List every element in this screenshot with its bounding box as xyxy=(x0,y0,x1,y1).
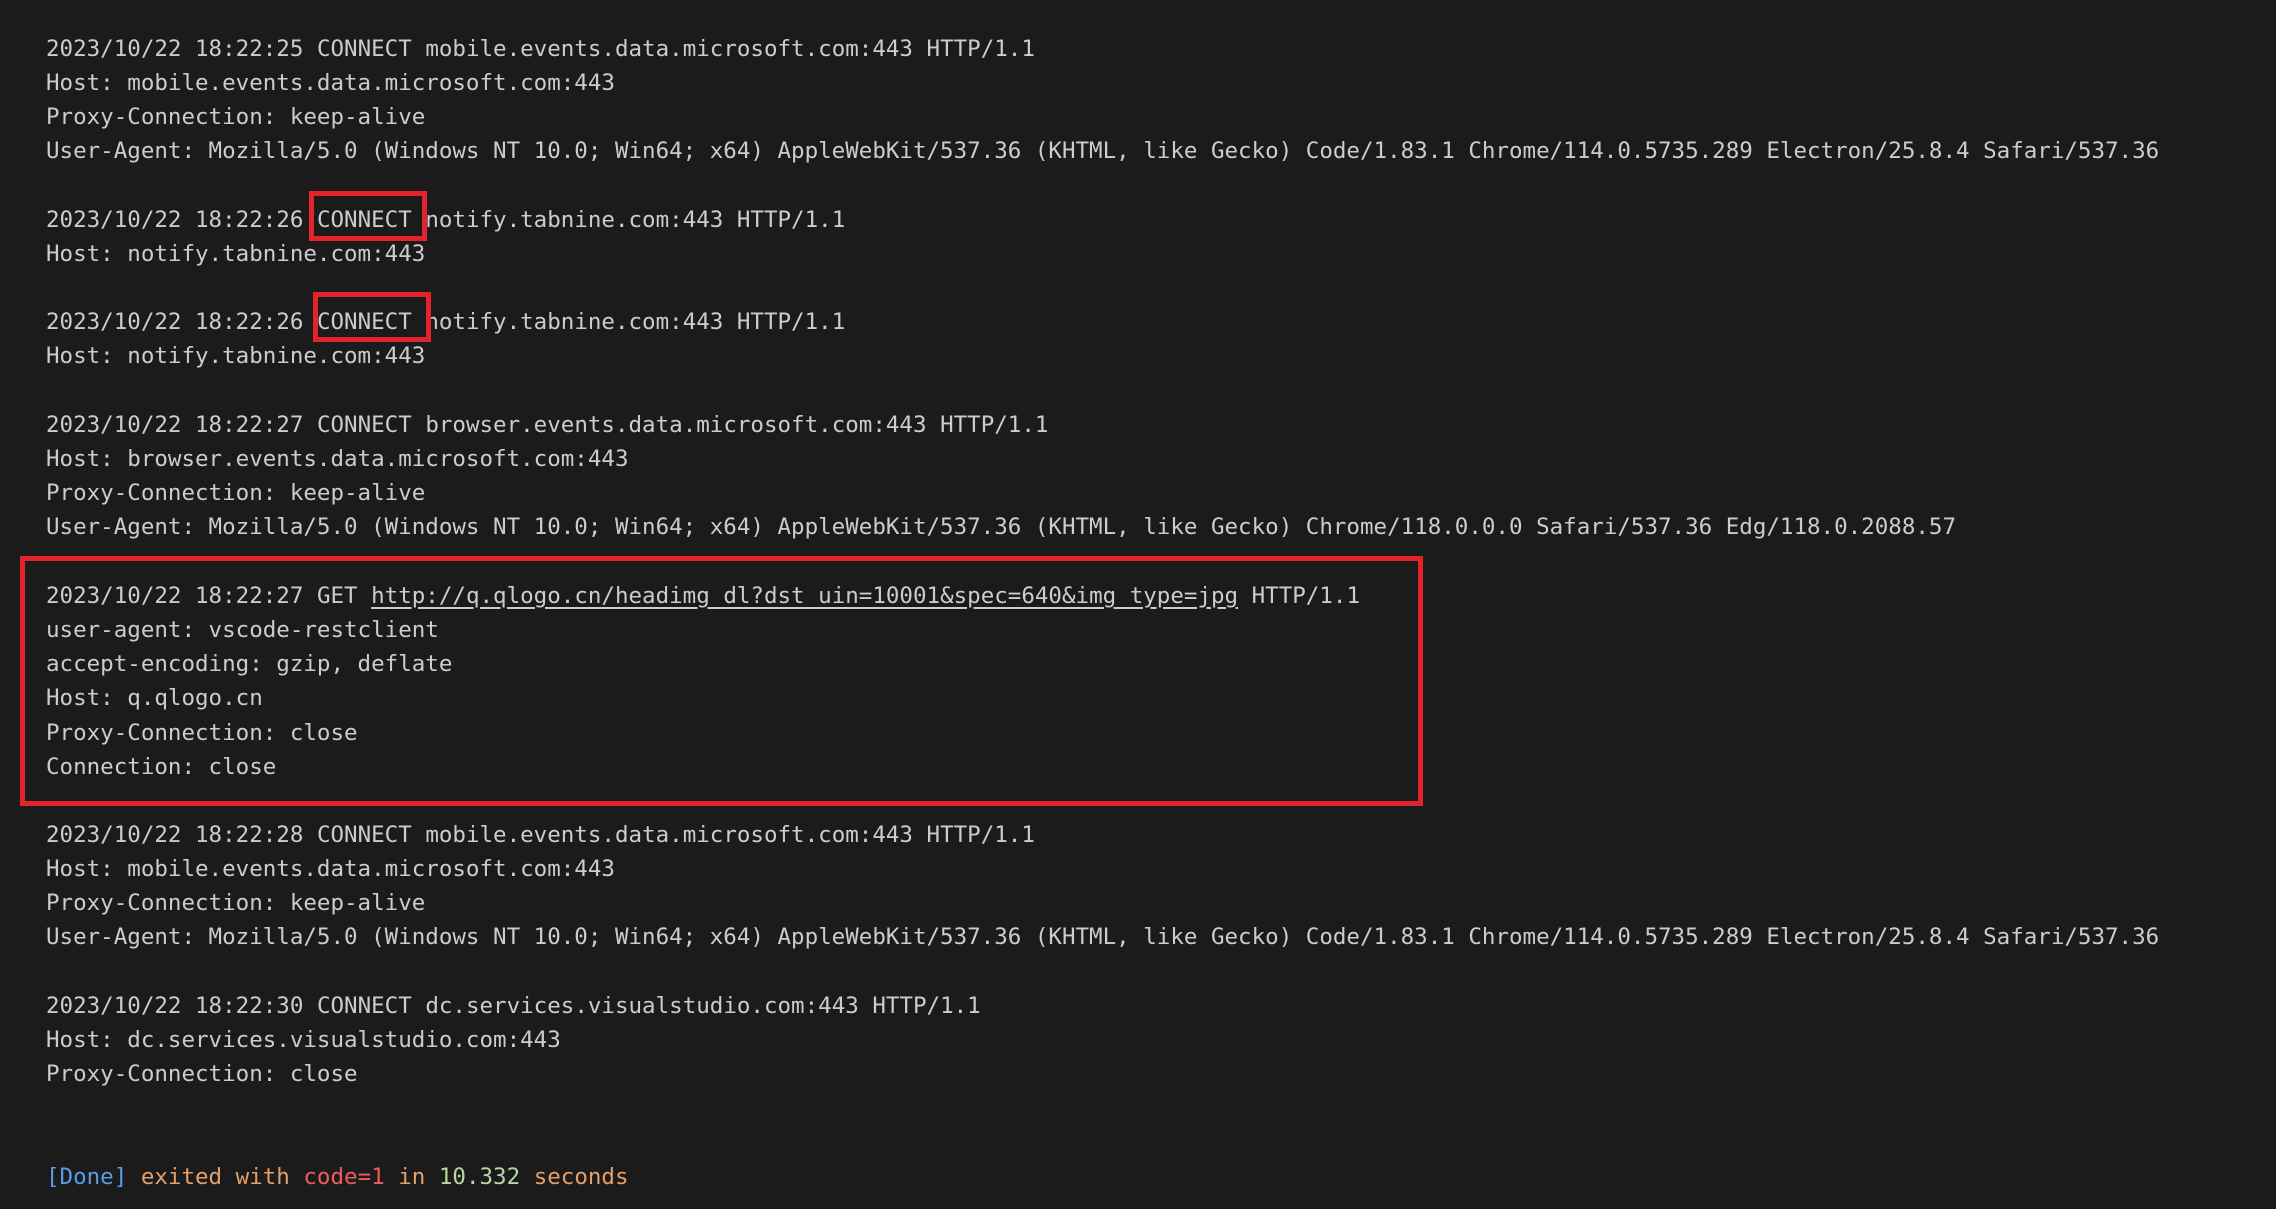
timestamp: 2023/10/22 18:22:30 xyxy=(46,993,304,1019)
method: CONNECT xyxy=(316,822,412,848)
header-line: Proxy-Connection: close xyxy=(46,1061,358,1087)
target: mobile.events.data.microsoft.com:443 xyxy=(425,36,913,62)
header-line: User-Agent: Mozilla/5.0 (Windows NT 10.0… xyxy=(46,138,2160,164)
timestamp: 2023/10/22 18:22:28 xyxy=(46,822,304,848)
header-line: Host: mobile.events.data.microsoft.com:4… xyxy=(46,70,615,96)
header-line: Host: browser.events.data.microsoft.com:… xyxy=(46,446,629,472)
header-line: Proxy-Connection: keep-alive xyxy=(46,104,426,130)
protocol: HTTP/1.1 xyxy=(736,309,846,335)
timestamp: 2023/10/22 18:22:25 xyxy=(46,36,304,62)
method: CONNECT xyxy=(316,993,412,1019)
header-line: Host: mobile.events.data.microsoft.com:4… xyxy=(46,856,615,882)
header-line: Host: dc.services.visualstudio.com:443 xyxy=(46,1027,561,1053)
method: CONNECT xyxy=(316,412,412,438)
request-line: 2023/10/22 18:22:25 CONNECT mobile.event… xyxy=(46,32,1035,66)
exit-code: code=1 xyxy=(303,1164,385,1190)
exited-with-text: exited with xyxy=(140,1164,290,1190)
header-line: User-Agent: Mozilla/5.0 (Windows NT 10.0… xyxy=(46,514,1957,540)
target: dc.services.visualstudio.com:443 xyxy=(425,993,859,1019)
request-line: 2023/10/22 18:22:26 CONNECT notify.tabni… xyxy=(46,305,845,339)
target: notify.tabnine.com:443 xyxy=(425,207,724,233)
protocol: HTTP/1.1 xyxy=(872,993,981,1019)
timestamp: 2023/10/22 18:22:27 xyxy=(46,412,304,438)
get-request-highlight-box xyxy=(20,556,1423,806)
header-line: Proxy-Connection: keep-alive xyxy=(46,890,426,916)
done-status-line: [Done] exited with code=1 in 10.332 seco… xyxy=(46,1160,629,1194)
done-tag: [Done] xyxy=(46,1164,128,1190)
duration-value: 10.332 xyxy=(438,1164,521,1190)
header-line: Proxy-Connection: keep-alive xyxy=(46,480,426,506)
in-text: in xyxy=(398,1164,426,1190)
protocol: HTTP/1.1 xyxy=(736,207,846,233)
connect-highlight-box xyxy=(309,191,427,241)
target: notify.tabnine.com:443 xyxy=(425,309,724,335)
timestamp: 2023/10/22 18:22:26 xyxy=(46,207,304,233)
request-line: 2023/10/22 18:22:28 CONNECT mobile.event… xyxy=(46,818,1035,852)
request-line: 2023/10/22 18:22:27 CONNECT browser.even… xyxy=(46,408,1048,442)
timestamp: 2023/10/22 18:22:26 xyxy=(46,309,304,335)
target: browser.events.data.microsoft.com:443 xyxy=(425,412,927,438)
protocol: HTTP/1.1 xyxy=(940,412,1049,438)
method: CONNECT xyxy=(316,36,412,62)
seconds-text: seconds xyxy=(533,1164,629,1190)
protocol: HTTP/1.1 xyxy=(926,36,1035,62)
header-line: Host: notify.tabnine.com:443 xyxy=(46,241,426,267)
header-line: User-Agent: Mozilla/5.0 (Windows NT 10.0… xyxy=(46,924,2160,950)
header-line: Host: notify.tabnine.com:443 xyxy=(46,343,426,369)
request-line: 2023/10/22 18:22:30 CONNECT dc.services.… xyxy=(46,989,981,1023)
target: mobile.events.data.microsoft.com:443 xyxy=(425,822,913,848)
request-line: 2023/10/22 18:22:26 CONNECT notify.tabni… xyxy=(46,203,845,237)
connect-highlight-box xyxy=(313,292,431,342)
protocol: HTTP/1.1 xyxy=(926,822,1035,848)
